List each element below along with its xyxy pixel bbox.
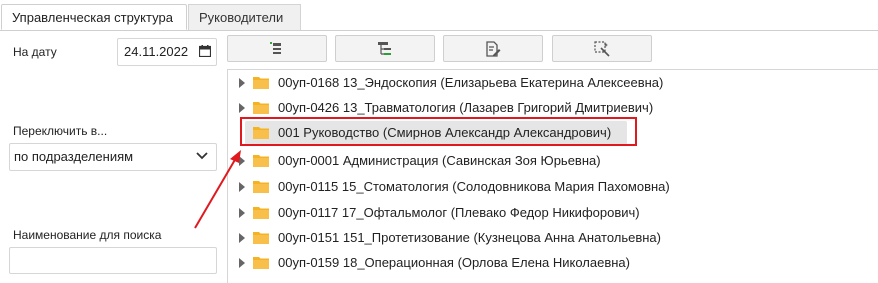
- structure-tree: 00уп-0168 13_Эндоскопия (Елизарьева Екат…: [227, 69, 878, 283]
- calendar-icon[interactable]: [199, 45, 211, 57]
- date-value: 24.11.2022: [124, 44, 189, 59]
- expand-arrow-icon[interactable]: [239, 208, 245, 218]
- tree-item[interactable]: 00уп-0117 17_Офтальмолог (Плевако Федор …: [228, 200, 868, 226]
- folder-icon: [253, 102, 269, 114]
- folder-icon: [253, 207, 269, 219]
- chevron-down-icon: [196, 152, 208, 160]
- tree-item-label: 00уп-0151 151_Протетизование (Кузнецова …: [278, 230, 661, 245]
- expand-arrow-icon[interactable]: [239, 156, 245, 166]
- folder-icon: [253, 77, 269, 89]
- expand-arrow-icon[interactable]: [239, 233, 245, 243]
- annotation-highlight-box: [240, 117, 637, 146]
- hierarchy-button[interactable]: [335, 35, 435, 62]
- expand-arrow-icon[interactable]: [239, 78, 245, 88]
- add-child-icon: [270, 41, 281, 54]
- search-label: Наименование для поиска: [13, 228, 162, 242]
- tab-bar: Управленческая структура Руководители: [0, 0, 878, 31]
- tree-item-label: 00уп-0001 Администрация (Савинская Зоя Ю…: [278, 153, 601, 168]
- tree-item-label: 00уп-0159 18_Операционная (Орлова Елена …: [278, 255, 630, 270]
- edit-document-button[interactable]: [443, 35, 543, 62]
- hierarchy-icon: [378, 41, 391, 55]
- folder-icon: [253, 181, 269, 193]
- tree-item[interactable]: 00уп-0168 13_Эндоскопия (Елизарьева Екат…: [228, 70, 868, 96]
- expand-arrow-icon[interactable]: [239, 103, 245, 113]
- tab-managers[interactable]: Руководители: [188, 4, 301, 30]
- switch-selected-value: по подразделениям: [14, 149, 134, 164]
- date-field[interactable]: 24.11.2022: [117, 38, 217, 66]
- switch-label: Переключить в...: [13, 124, 108, 138]
- tree-item[interactable]: 00уп-0151 151_Протетизование (Кузнецова …: [228, 225, 868, 251]
- expand-arrow-icon[interactable]: [239, 182, 245, 192]
- tab-management-structure[interactable]: Управленческая структура: [1, 4, 187, 30]
- tree-item-label: 00уп-0426 13_Травматология (Лазарев Григ…: [278, 100, 654, 115]
- tree-item-label: 00уп-0117 17_Офтальмолог (Плевако Федор …: [278, 205, 640, 220]
- folder-icon: [253, 257, 269, 269]
- tree-item[interactable]: 00уп-0159 18_Операционная (Орлова Елена …: [228, 250, 868, 276]
- add-child-button[interactable]: [227, 35, 327, 62]
- folder-icon: [253, 232, 269, 244]
- tree-item[interactable]: 00уп-0001 Администрация (Савинская Зоя Ю…: [228, 148, 868, 174]
- tree-item-label: 00уп-0115 15_Стоматология (Солодовникова…: [278, 179, 670, 194]
- magic-select-button[interactable]: [552, 35, 652, 62]
- tree-item[interactable]: 00уп-0115 15_Стоматология (Солодовникова…: [228, 174, 868, 200]
- tree-item-label: 00уп-0168 13_Эндоскопия (Елизарьева Екат…: [278, 75, 664, 90]
- switch-select[interactable]: по подразделениям: [9, 143, 217, 171]
- edit-document-icon: [486, 40, 501, 57]
- folder-icon: [253, 155, 269, 167]
- date-label: На дату: [13, 45, 57, 59]
- search-input[interactable]: [9, 247, 217, 274]
- magic-select-icon: [594, 40, 610, 57]
- expand-arrow-icon[interactable]: [239, 258, 245, 268]
